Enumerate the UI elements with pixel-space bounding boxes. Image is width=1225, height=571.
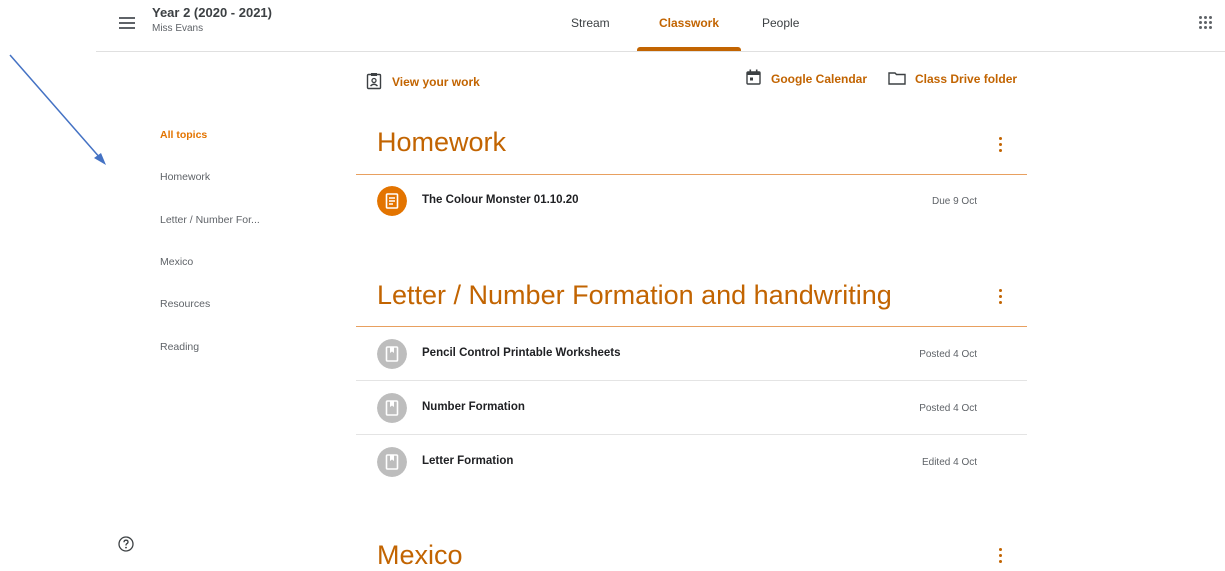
more-options-icon[interactable]	[998, 289, 1004, 305]
section-divider	[356, 326, 1027, 327]
topic-letter-number[interactable]: Letter / Number For...	[160, 214, 260, 226]
list-item[interactable]: Number Formation Posted 4 Oct	[356, 382, 1027, 434]
item-title: The Colour Monster 01.10.20	[422, 194, 579, 206]
item-date: Posted 4 Oct	[919, 349, 977, 360]
tab-stream[interactable]: Stream	[571, 16, 610, 30]
assignment-icon	[377, 186, 407, 216]
tab-classwork[interactable]: Classwork	[659, 16, 719, 30]
item-title: Pencil Control Printable Worksheets	[422, 347, 621, 359]
view-work-icon[interactable]	[366, 72, 382, 90]
class-name[interactable]: Year 2 (2020 - 2021)	[152, 5, 272, 20]
google-calendar-link[interactable]: Google Calendar	[771, 72, 867, 86]
list-item[interactable]: The Colour Monster 01.10.20 Due 9 Oct	[356, 175, 1027, 227]
calendar-icon[interactable]	[746, 69, 761, 85]
material-icon	[377, 339, 407, 369]
topic-mexico[interactable]: Mexico	[160, 256, 193, 268]
item-date: Edited 4 Oct	[921, 457, 977, 468]
section-title-homework[interactable]: Homework	[377, 127, 506, 158]
item-title: Number Formation	[422, 401, 525, 413]
list-item[interactable]: Pencil Control Printable Worksheets Post…	[356, 328, 1027, 380]
item-title: Letter Formation	[422, 455, 514, 467]
item-date: Posted 4 Oct	[919, 403, 977, 414]
topic-resources[interactable]: Resources	[160, 298, 210, 310]
item-date: Due 9 Oct	[931, 196, 977, 207]
list-item[interactable]: Letter Formation Edited 4 Oct	[356, 436, 1027, 488]
tab-people[interactable]: People	[762, 16, 799, 30]
row-divider	[356, 434, 1027, 435]
material-icon	[377, 447, 407, 477]
folder-icon[interactable]	[888, 71, 906, 85]
view-your-work-link[interactable]: View your work	[392, 75, 480, 89]
topic-all-topics[interactable]: All topics	[160, 129, 207, 141]
section-title-mexico[interactable]: Mexico	[377, 540, 463, 571]
more-options-icon[interactable]	[998, 548, 1004, 564]
topic-homework[interactable]: Homework	[160, 171, 210, 183]
material-icon	[377, 393, 407, 423]
google-apps-icon[interactable]	[1199, 16, 1213, 30]
class-drive-folder-link[interactable]: Class Drive folder	[915, 72, 1017, 86]
main-menu-icon[interactable]	[118, 13, 138, 33]
topic-reading[interactable]: Reading	[160, 341, 199, 353]
row-divider	[356, 380, 1027, 381]
help-icon[interactable]	[118, 536, 134, 552]
more-options-icon[interactable]	[998, 137, 1004, 153]
active-tab-indicator	[637, 47, 741, 51]
teacher-name: Miss Evans	[152, 23, 204, 34]
section-title-letter-number[interactable]: Letter / Number Formation and handwritin…	[377, 280, 892, 311]
